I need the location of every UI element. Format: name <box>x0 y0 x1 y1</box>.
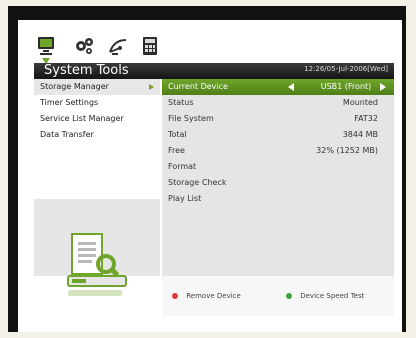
menu-item-label: Storage Manager <box>40 82 109 91</box>
menu-item-label: Timer Settings <box>40 98 99 107</box>
satellite-icon[interactable] <box>106 34 130 58</box>
free-row: Free 32% (1252 MB) <box>162 143 394 159</box>
gear-icon[interactable] <box>72 34 96 58</box>
menu-panel: Storage Manager Timer Settings Service L… <box>34 79 160 199</box>
row-label: Total <box>168 130 187 139</box>
format-row[interactable]: Format <box>162 159 394 175</box>
row-value: Mounted <box>342 98 378 107</box>
document-search-icon <box>62 228 134 312</box>
row-label: Play List <box>168 194 202 203</box>
file-system-row: File System FAT32 <box>162 111 394 127</box>
details-panel: Current Device USB1 (Front) Status Mount… <box>162 79 394 276</box>
row-value: USB1 (Front) <box>320 82 372 91</box>
row-label: Status <box>168 98 194 107</box>
red-button-icon <box>172 293 178 299</box>
page-title: System Tools <box>44 63 129 78</box>
row-value: 32% (1252 MB) <box>316 146 378 155</box>
chevron-left-icon[interactable] <box>288 83 294 91</box>
row-label: Current Device <box>168 82 228 91</box>
row-label: Free <box>168 146 185 155</box>
monitor-icon[interactable] <box>34 34 58 64</box>
menu-item-storage-manager[interactable]: Storage Manager <box>34 79 160 95</box>
play-list-row[interactable]: Play List <box>162 191 394 207</box>
row-label: Format <box>168 162 197 171</box>
menu-item-data-transfer[interactable]: Data Transfer <box>34 127 160 143</box>
row-label: File System <box>168 114 214 123</box>
green-button-icon <box>286 293 292 299</box>
remove-device-hint[interactable]: Remove Device <box>172 292 241 300</box>
status-row: Status Mounted <box>162 95 394 111</box>
total-row: Total 3844 MB <box>162 127 394 143</box>
menu-item-timer-settings[interactable]: Timer Settings <box>34 95 160 111</box>
current-device-row[interactable]: Current Device USB1 (Front) <box>162 79 394 95</box>
device-speed-test-label: Device Speed Test <box>300 292 365 300</box>
device-speed-test-hint[interactable]: Device Speed Test <box>286 292 364 300</box>
menu-item-service-list-manager[interactable]: Service List Manager <box>34 111 160 127</box>
menu-item-label: Service List Manager <box>40 114 124 123</box>
footer-bar: Remove Device Device Speed Test <box>162 276 394 316</box>
remove-device-label: Remove Device <box>186 292 241 300</box>
calculator-icon[interactable] <box>138 34 162 58</box>
top-icon-bar <box>34 34 164 64</box>
storage-check-row[interactable]: Storage Check <box>162 175 394 191</box>
title-bar: System Tools 12:26/05-Jul-2006[Wed] <box>34 63 394 79</box>
menu-item-label: Data Transfer <box>40 130 94 139</box>
chevron-right-icon[interactable] <box>380 83 386 91</box>
row-value: FAT32 <box>354 114 378 123</box>
row-value: 3844 MB <box>342 130 378 139</box>
row-label: Storage Check <box>168 178 227 187</box>
chevron-right-icon <box>149 84 154 90</box>
clock-display: 12:26/05-Jul-2006[Wed] <box>304 65 388 73</box>
